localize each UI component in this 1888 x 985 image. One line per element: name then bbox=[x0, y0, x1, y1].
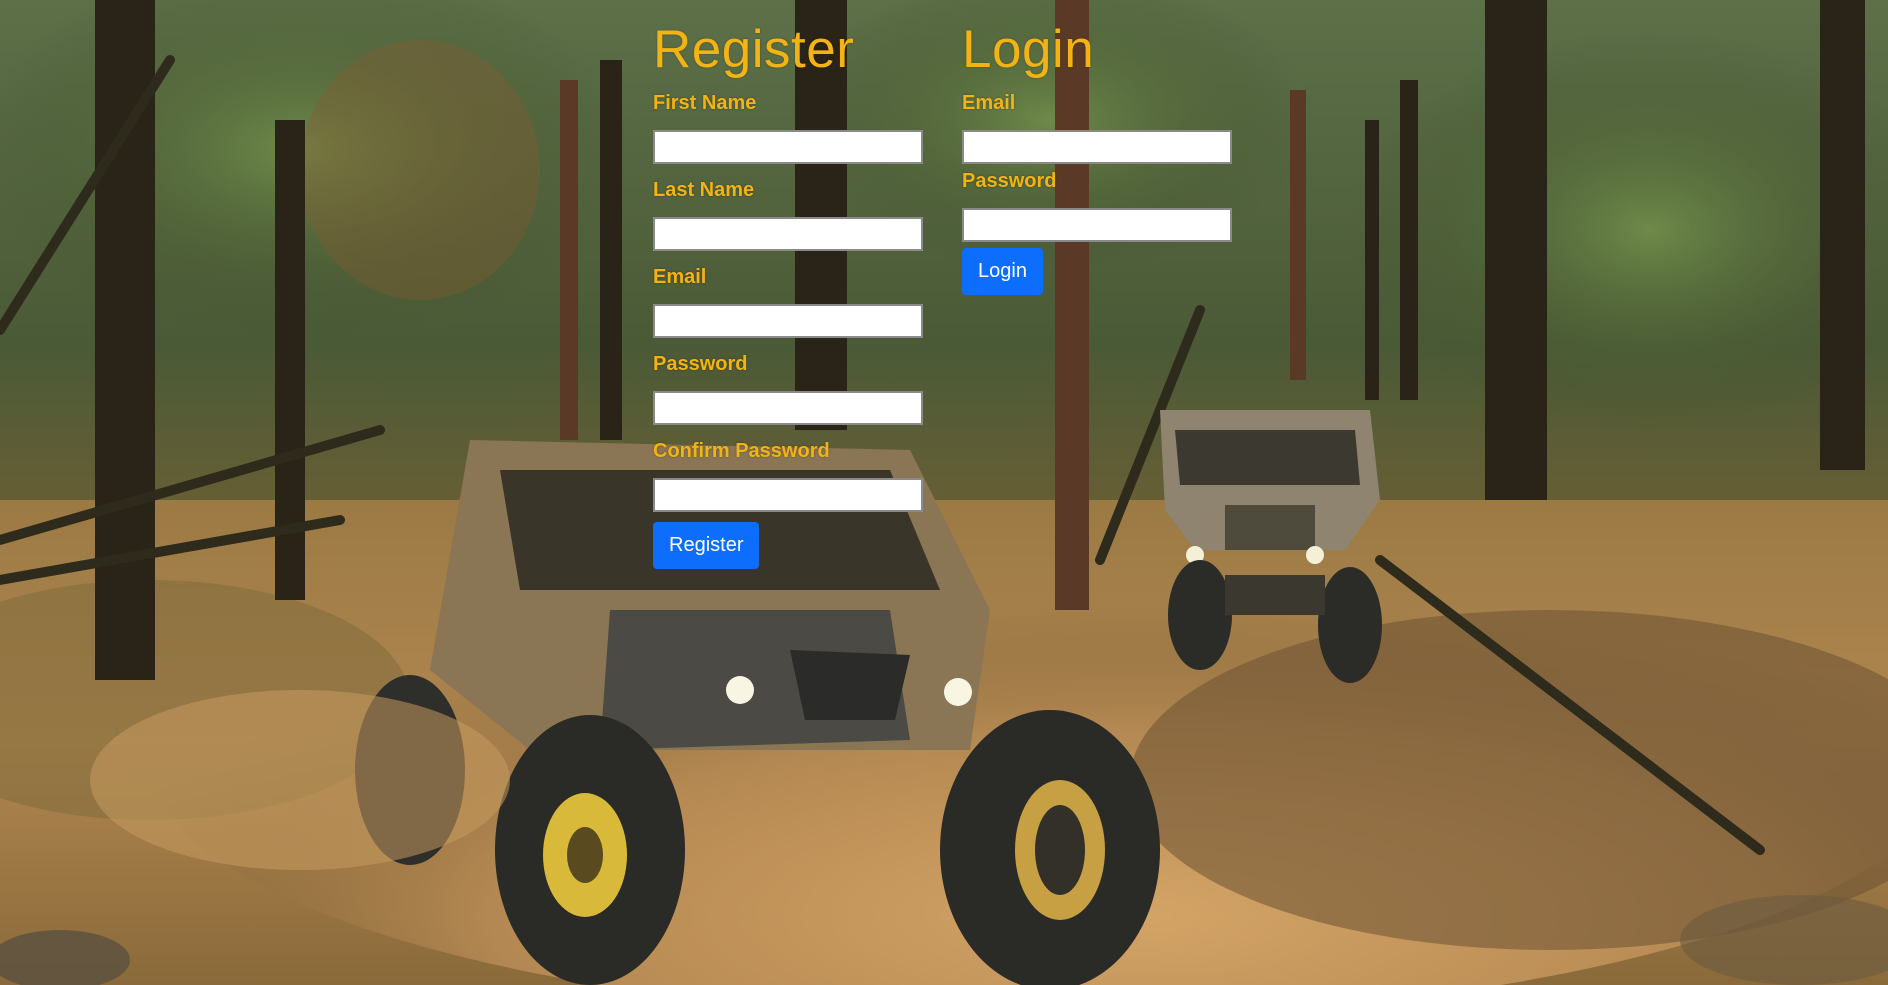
background-image bbox=[0, 0, 1888, 985]
last-name-label: Last Name bbox=[653, 179, 755, 201]
first-name-input[interactable] bbox=[653, 130, 923, 164]
page: Register First Name Last Name Email Pass… bbox=[0, 0, 1888, 985]
login-title: Login bbox=[962, 20, 1095, 79]
register-email-label: Email bbox=[653, 266, 707, 288]
first-name-label: First Name bbox=[653, 92, 757, 114]
register-title: Register bbox=[653, 20, 855, 79]
register-email-input[interactable] bbox=[653, 304, 923, 338]
last-name-input[interactable] bbox=[653, 217, 923, 251]
confirm-password-label: Confirm Password bbox=[653, 440, 830, 462]
register-form: Register First Name Last Name Email Pass… bbox=[653, 20, 923, 569]
login-password-label: Password bbox=[962, 170, 1057, 192]
confirm-password-input[interactable] bbox=[653, 478, 923, 512]
login-form: Login Email Password Login bbox=[962, 20, 1232, 295]
register-password-input[interactable] bbox=[653, 391, 923, 425]
register-password-label: Password bbox=[653, 353, 748, 375]
login-button[interactable]: Login bbox=[962, 248, 1043, 295]
login-password-input[interactable] bbox=[962, 208, 1232, 242]
login-email-label: Email bbox=[962, 92, 1016, 114]
register-button[interactable]: Register bbox=[653, 522, 760, 569]
login-email-input[interactable] bbox=[962, 130, 1232, 164]
